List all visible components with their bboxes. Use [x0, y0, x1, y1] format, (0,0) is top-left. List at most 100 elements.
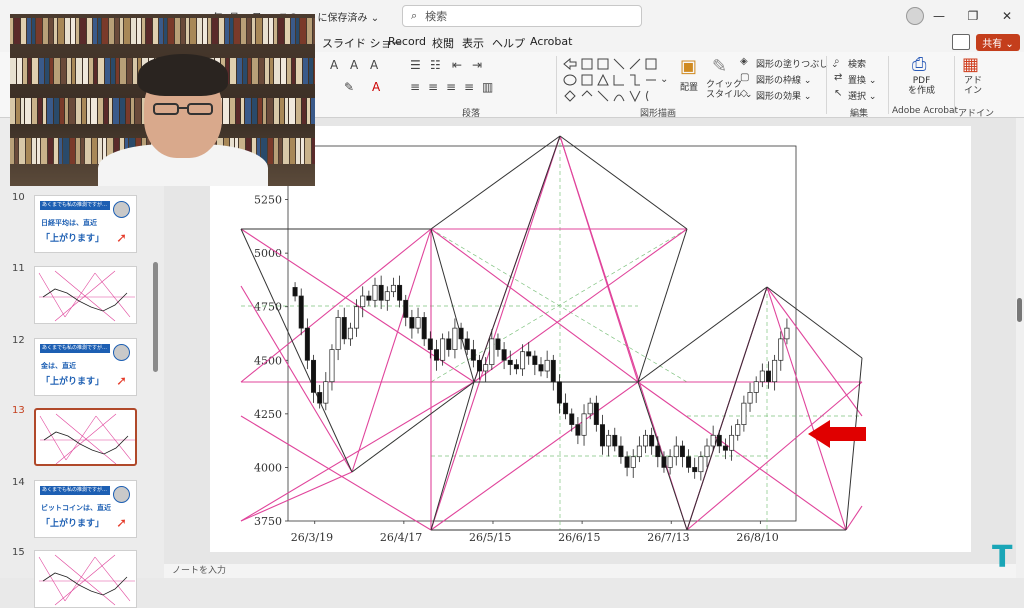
- menu-review[interactable]: 校閲: [432, 35, 454, 51]
- maximize-button[interactable]: ❐: [956, 9, 990, 23]
- highlight-icon[interactable]: ✎: [344, 80, 354, 94]
- shape-effect-button[interactable]: 図形の効果 ⌄: [756, 89, 811, 102]
- black-line: [430, 135, 561, 230]
- slide-thumbnail-13[interactable]: [34, 408, 137, 466]
- slide-thumbnail-11[interactable]: [34, 266, 137, 324]
- book: [94, 58, 97, 84]
- book: [45, 58, 49, 84]
- slide-thumbnail-14[interactable]: あくまでも私の推測ですが… ビットコインは、直近 「上がります」 ➚: [34, 480, 137, 538]
- create-pdf-button[interactable]: PDF を作成: [908, 76, 935, 96]
- candle-body: [360, 295, 366, 308]
- fill-icon[interactable]: ◈: [740, 56, 748, 67]
- replace-icon[interactable]: ⇄: [834, 72, 842, 83]
- font-color-icon[interactable]: A: [372, 80, 380, 94]
- slide-number: 13: [12, 405, 25, 416]
- current-slide[interactable]: 3750400042504500475050005250550026/3/192…: [210, 126, 971, 552]
- thumbnail-line1: 金は、直近: [41, 362, 76, 370]
- arrange-button[interactable]: 配置: [680, 80, 698, 93]
- select-icon[interactable]: ↖: [834, 88, 842, 99]
- menu-view[interactable]: 表示: [462, 35, 484, 51]
- up-arrow-icon: ➚: [116, 231, 127, 246]
- vertical-scrollbar[interactable]: [1016, 118, 1024, 578]
- book: [16, 98, 20, 124]
- pink-line: [845, 505, 863, 531]
- find-button[interactable]: 検索: [848, 57, 866, 70]
- justify-icon[interactable]: ≡: [464, 80, 474, 94]
- clear-format-icon[interactable]: A: [370, 58, 378, 72]
- bullets-icon[interactable]: ☰: [410, 58, 421, 72]
- scrollbar-thumb[interactable]: [1017, 298, 1022, 322]
- font-grow-icon[interactable]: A: [330, 58, 338, 72]
- book: [72, 58, 75, 84]
- book: [307, 18, 312, 44]
- quick-style-icon[interactable]: ✎: [712, 56, 727, 77]
- book: [124, 18, 130, 44]
- menu-record[interactable]: Record: [388, 35, 426, 48]
- arrange-icon[interactable]: ▣: [680, 56, 697, 77]
- book: [256, 18, 262, 44]
- find-icon[interactable]: ⌕: [834, 56, 840, 67]
- select-button[interactable]: 選択 ⌄: [848, 89, 876, 102]
- slide-thumbnail-12[interactable]: あくまでも私の推測ですが… 金は、直近 「上がります」 ➚: [34, 338, 137, 396]
- shape-outline-button[interactable]: 図形の枠線 ⌄: [756, 73, 811, 86]
- shapes-gallery[interactable]: [562, 56, 660, 104]
- book: [76, 58, 82, 84]
- book: [65, 98, 68, 124]
- book: [105, 58, 110, 84]
- candle-body: [643, 434, 649, 447]
- columns-icon[interactable]: ▥: [482, 80, 493, 94]
- book: [203, 18, 207, 44]
- numbering-icon[interactable]: ☷: [430, 58, 441, 72]
- gallery-more-icon[interactable]: ⌄: [660, 74, 668, 85]
- book: [91, 98, 97, 124]
- book: [190, 18, 196, 44]
- candle-body: [710, 434, 716, 447]
- slide-thumbnail-10[interactable]: あくまでも私の推測ですが… 日経平均は、直近 「上がります」 ➚: [34, 195, 137, 253]
- search-input[interactable]: ⌕ 検索: [402, 5, 642, 27]
- font-shrink-icon[interactable]: A: [350, 58, 358, 72]
- menu-help[interactable]: ヘルプ: [492, 35, 525, 51]
- candle-body: [409, 317, 415, 329]
- slide-thumbnail-15[interactable]: [34, 550, 137, 608]
- thumbnail-scrollbar[interactable]: [153, 262, 158, 372]
- thumbnail-chart: [39, 413, 135, 464]
- y-tick-label: 4000: [254, 461, 282, 474]
- book: [116, 58, 119, 84]
- addin-icon[interactable]: ▦: [962, 54, 979, 75]
- book: [113, 98, 119, 124]
- addin-button[interactable]: アド イン: [964, 76, 982, 96]
- book: [197, 18, 202, 44]
- book: [146, 18, 152, 44]
- indent-decrease-icon[interactable]: ⇤: [452, 58, 462, 72]
- menu-acrobat[interactable]: Acrobat: [530, 35, 572, 48]
- candle-body: [765, 370, 771, 383]
- indent-increase-icon[interactable]: ⇥: [472, 58, 482, 72]
- candle-body: [563, 402, 569, 415]
- candle-body: [556, 381, 562, 404]
- align-right-icon[interactable]: ≡: [446, 80, 456, 94]
- pdf-icon[interactable]: ⎙: [912, 54, 926, 75]
- notes-input[interactable]: ノートを入力: [164, 564, 1016, 578]
- candle-body: [520, 351, 526, 370]
- effect-icon[interactable]: ◇: [740, 88, 748, 99]
- close-button[interactable]: ✕: [990, 9, 1024, 23]
- thumbnail-line2: 「上がります」: [41, 234, 105, 244]
- share-button[interactable]: 共有 ⌄: [976, 34, 1020, 51]
- minimize-button[interactable]: —: [922, 9, 956, 23]
- candle-body: [759, 370, 765, 383]
- book: [43, 98, 46, 124]
- book: [142, 18, 145, 44]
- book: [168, 18, 174, 44]
- book: [245, 98, 251, 124]
- book: [186, 18, 189, 44]
- comment-button[interactable]: [952, 34, 970, 50]
- x-tick-label: 26/8/10: [736, 531, 778, 544]
- align-center-icon[interactable]: ≡: [428, 80, 438, 94]
- book: [265, 58, 269, 84]
- book: [26, 138, 31, 164]
- replace-button[interactable]: 置換 ⌄: [848, 73, 876, 86]
- outline-icon[interactable]: ▢: [740, 72, 749, 83]
- book: [131, 98, 134, 124]
- pink-line: [686, 381, 863, 531]
- align-left-icon[interactable]: ≡: [410, 80, 420, 94]
